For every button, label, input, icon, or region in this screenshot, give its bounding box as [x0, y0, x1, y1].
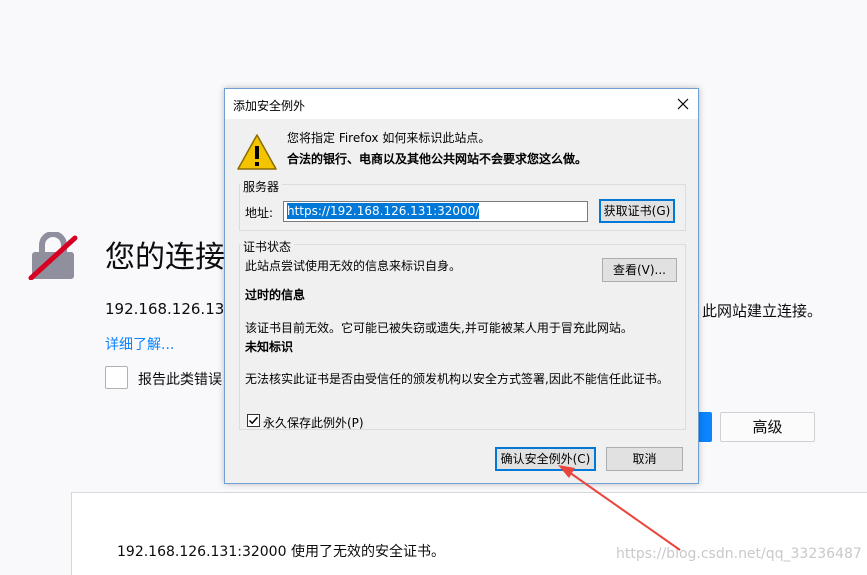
advanced-panel — [71, 492, 867, 575]
advanced-panel-text: 192.168.126.131:32000 使用了无效的安全证书。 — [117, 544, 445, 560]
unknown-identity-text: 无法核实此证书是否由受信任的颁发机构以安全方式签署,因此不能信任此证书。 — [245, 372, 669, 386]
cancel-button[interactable]: 取消 — [606, 447, 683, 471]
get-certificate-button[interactable]: 获取证书(G) — [599, 199, 675, 223]
dialog-title: 添加安全例外 — [233, 99, 306, 113]
address-label: 地址: — [245, 206, 274, 220]
confirm-exception-button[interactable]: 确认安全例外(C) — [495, 447, 596, 471]
add-exception-dialog: 添加安全例外 您将指定 Firefox 如何来标识此站点。 合法的银行、电商以及… — [224, 88, 699, 484]
dialog-titlebar: 添加安全例外 — [225, 89, 698, 119]
address-value: https://192.168.126.131:32000/ — [287, 203, 480, 219]
unknown-identity-heading: 未知标识 — [245, 340, 294, 354]
permanent-exception-label[interactable]: 永久保存此例外(P) — [263, 414, 364, 431]
broken-lock-icon — [28, 232, 78, 280]
report-error-label: 报告此类错误 — [138, 372, 222, 388]
server-group-label: 服务器 — [241, 178, 283, 195]
warning-text-bold: 合法的银行、电商以及其他公共网站不会要求您这么做。 — [287, 152, 588, 166]
warning-text: 您将指定 Firefox 如何来标识此站点。 — [287, 131, 491, 145]
outdated-heading: 过时的信息 — [245, 288, 306, 302]
view-button[interactable]: 查看(V)... — [602, 258, 677, 282]
outdated-text: 该证书目前无效。它可能已被失窃或遗失,并可能被某人用于冒充此网站。 — [245, 321, 633, 335]
close-icon — [677, 98, 689, 110]
permanent-exception-checkbox[interactable] — [247, 414, 260, 427]
watermark: https://blog.csdn.net/qq_33236487 — [616, 546, 862, 562]
error-description-tail: 此网站建立连接。 — [702, 302, 823, 320]
learn-more-link[interactable]: 详细了解... — [105, 334, 174, 354]
status-text: 此站点尝试使用无效的信息来标识自身。 — [245, 259, 462, 273]
certificate-status-label: 证书状态 — [241, 238, 295, 255]
checkmark-icon — [248, 416, 259, 425]
error-description: 192.168.126.131 — [105, 300, 234, 318]
address-input[interactable]: https://192.168.126.131:32000/ — [283, 201, 588, 222]
close-button[interactable] — [670, 91, 696, 117]
advanced-button[interactable]: 高级 — [720, 412, 815, 442]
report-error-checkbox[interactable] — [105, 366, 128, 389]
page-title: 您的连接 — [105, 240, 225, 275]
warning-icon — [237, 134, 277, 170]
